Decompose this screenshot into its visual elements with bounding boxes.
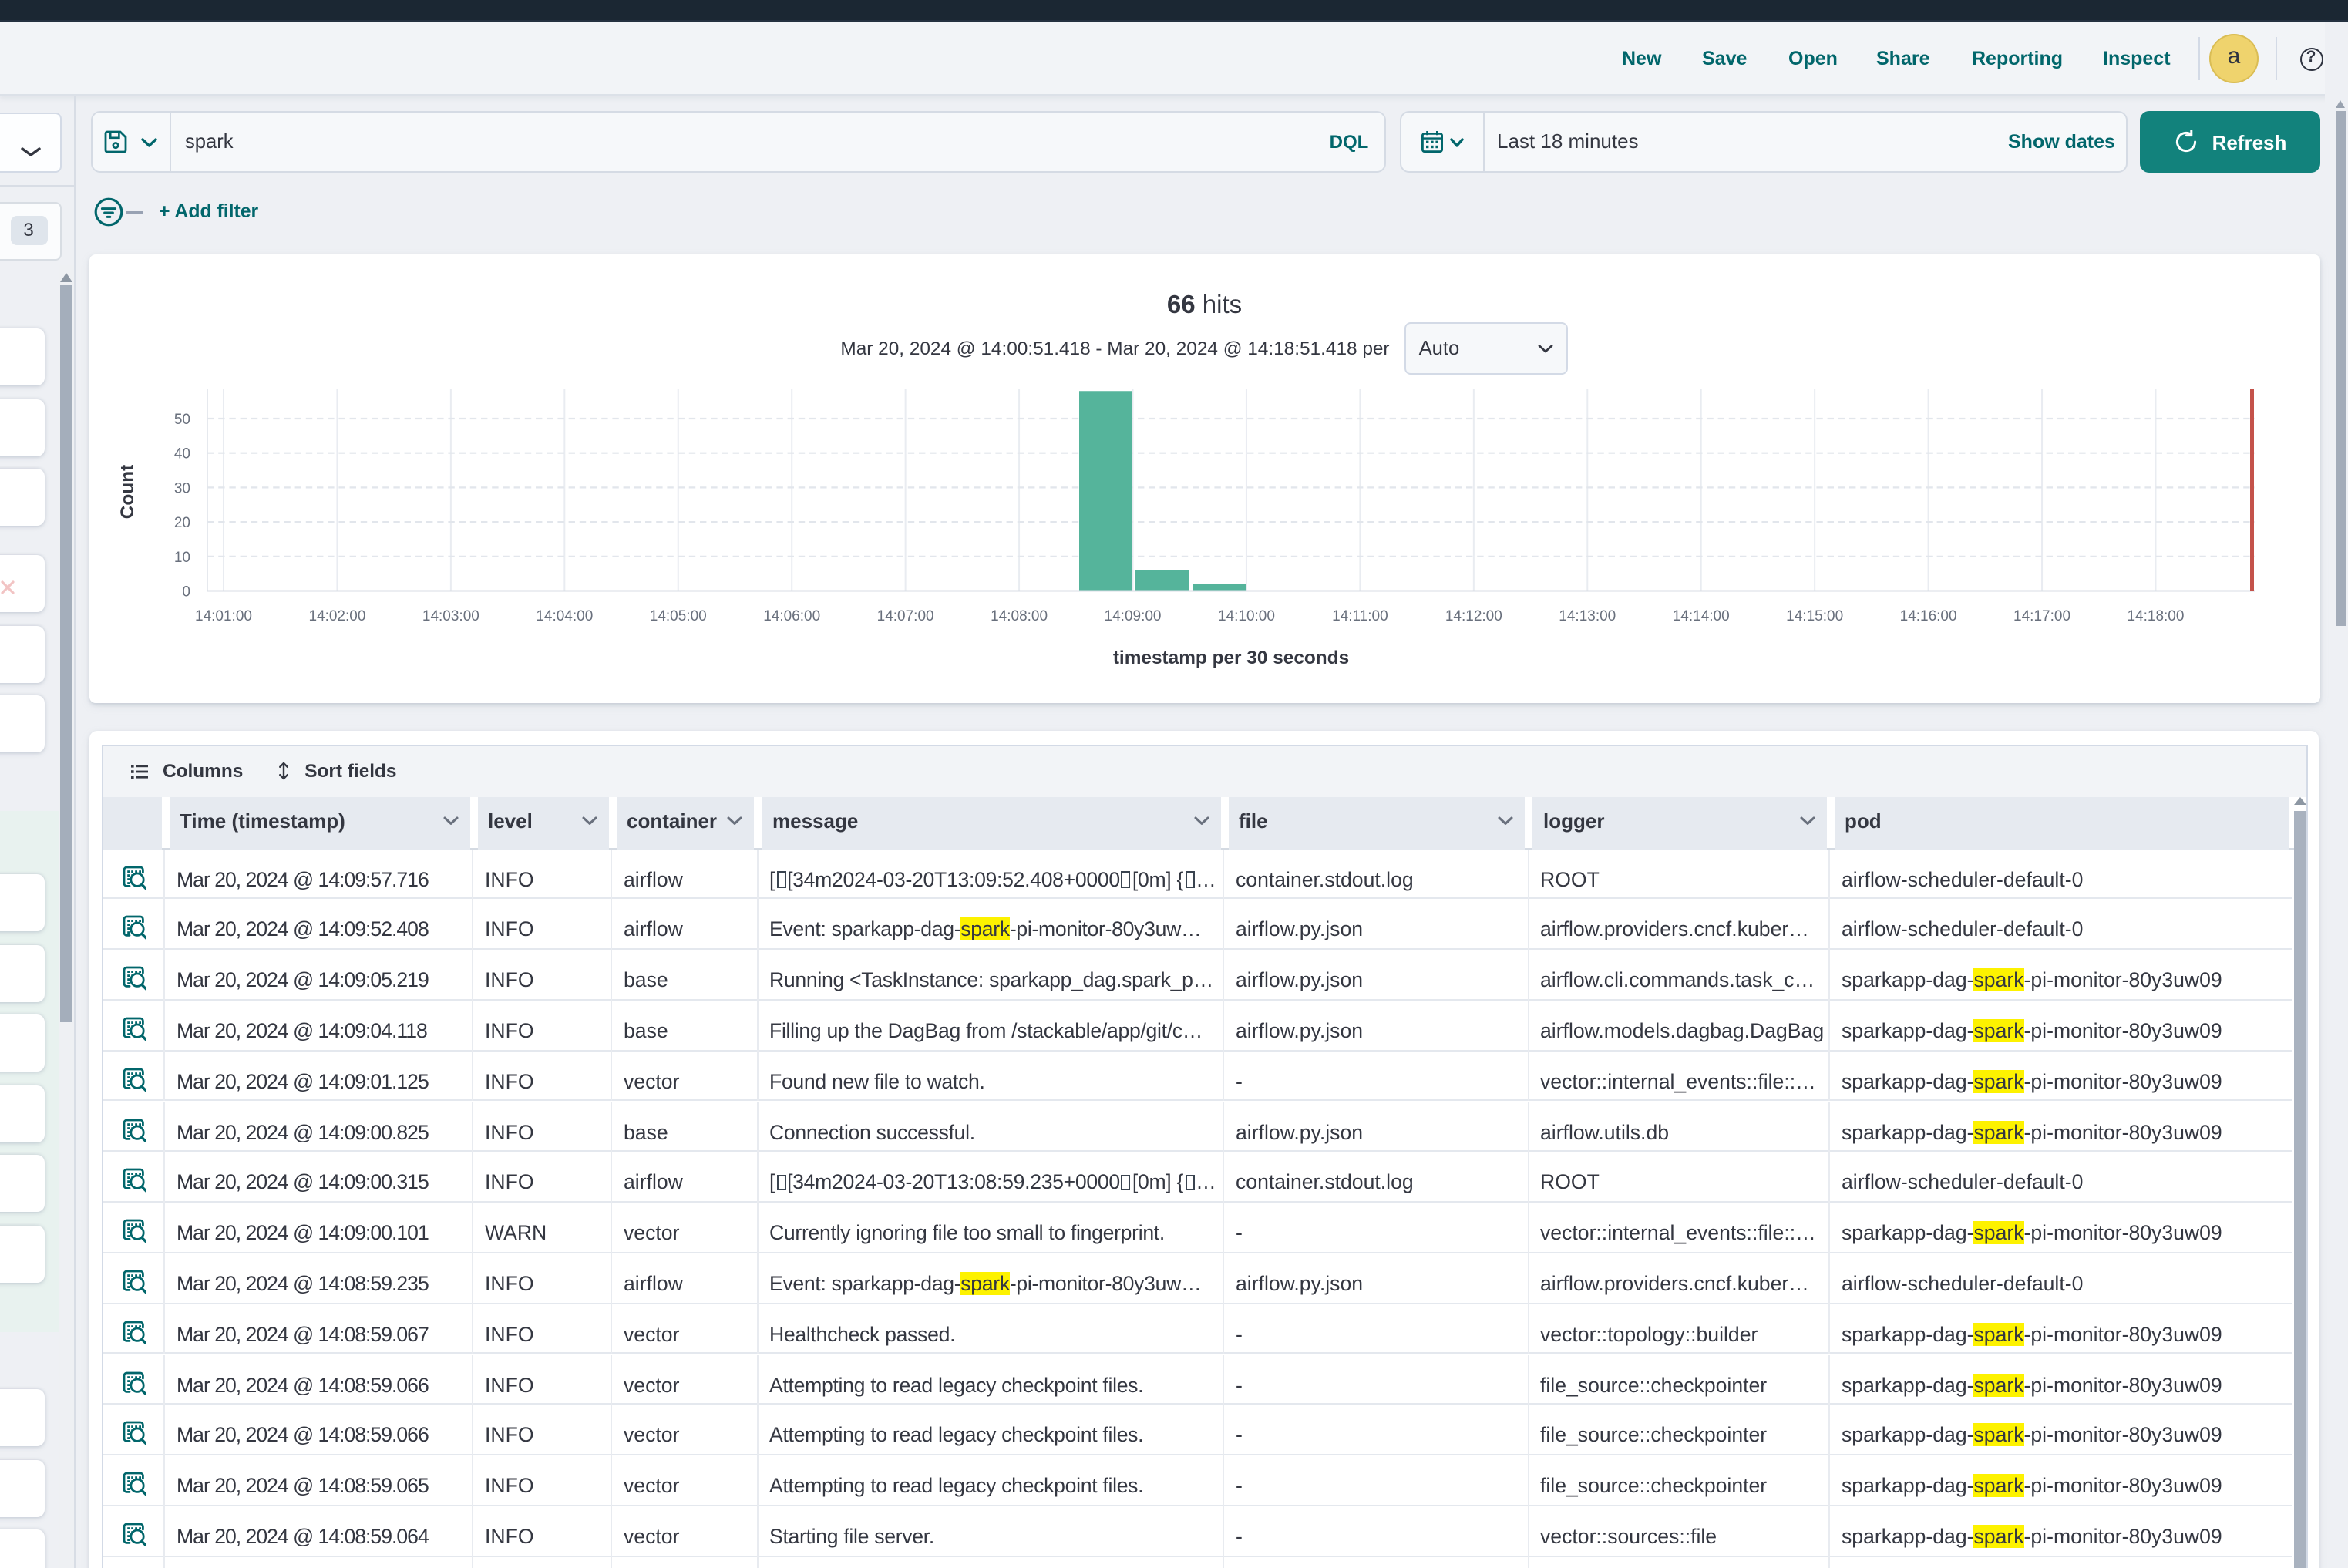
svg-text:14:09:00: 14:09:00 [1104,607,1161,624]
svg-text:20: 20 [173,514,190,530]
svg-text:40: 40 [173,446,190,462]
svg-text:14:03:00: 14:03:00 [422,607,479,624]
svg-text:timestamp per 30 seconds: timestamp per 30 seconds [1112,647,1348,668]
svg-text:14:12:00: 14:12:00 [1445,607,1502,624]
svg-text:14:02:00: 14:02:00 [308,607,365,624]
svg-text:Count: Count [116,464,137,518]
svg-text:30: 30 [173,479,190,496]
svg-text:14:18:00: 14:18:00 [2126,607,2183,624]
svg-text:14:16:00: 14:16:00 [1899,607,1956,624]
svg-text:14:11:00: 14:11:00 [1331,607,1388,624]
svg-text:14:05:00: 14:05:00 [649,607,706,624]
svg-text:14:13:00: 14:13:00 [1558,607,1615,624]
svg-text:10: 10 [173,549,190,565]
svg-text:14:14:00: 14:14:00 [1672,607,1729,624]
svg-text:14:15:00: 14:15:00 [1785,607,1842,624]
svg-text:0: 0 [181,584,190,600]
svg-text:14:01:00: 14:01:00 [194,607,251,624]
svg-text:14:06:00: 14:06:00 [762,607,819,624]
svg-text:14:08:00: 14:08:00 [990,607,1047,624]
svg-text:14:17:00: 14:17:00 [2013,607,2070,624]
svg-text:14:07:00: 14:07:00 [876,607,933,624]
svg-text:14:10:00: 14:10:00 [1217,607,1274,624]
svg-text:50: 50 [173,411,190,427]
svg-text:14:04:00: 14:04:00 [535,607,592,624]
